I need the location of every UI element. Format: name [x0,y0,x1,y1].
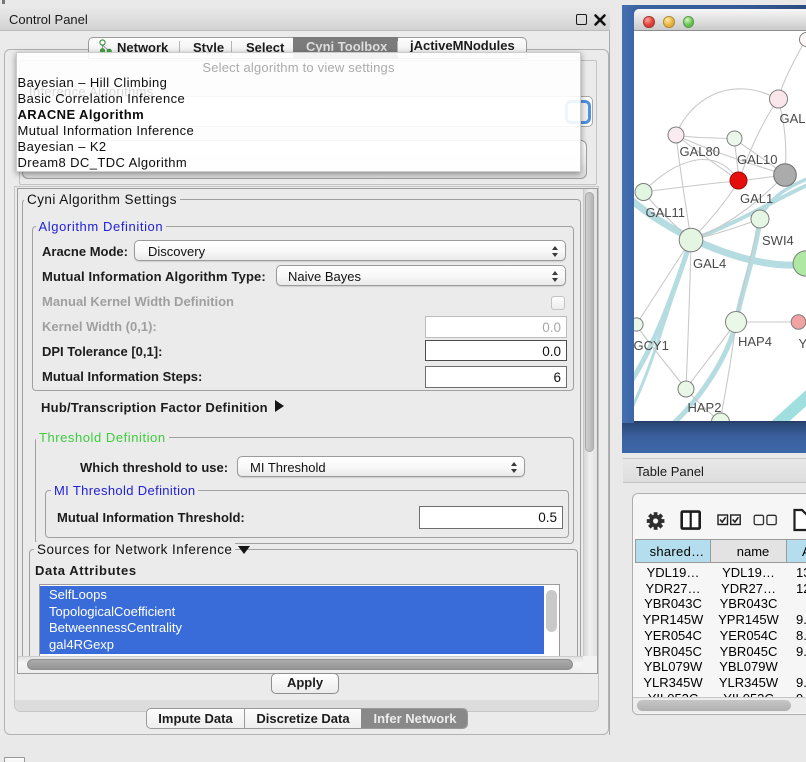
svg-text:YE: YE [799,336,806,351]
svg-text:GAL1: GAL1 [740,191,773,206]
svg-text:SWI4: SWI4 [762,233,794,248]
svg-text:HAP2: HAP2 [688,400,722,415]
svg-text:GCY1: GCY1 [634,338,669,353]
svg-text:GAL10: GAL10 [737,152,777,167]
svg-text:HAP4: HAP4 [738,334,772,349]
svg-text:GAL7: GAL7 [780,111,806,126]
svg-text:GAL11: GAL11 [646,205,686,220]
svg-text:GAL4: GAL4 [693,256,726,271]
svg-text:GAL80: GAL80 [680,144,720,159]
